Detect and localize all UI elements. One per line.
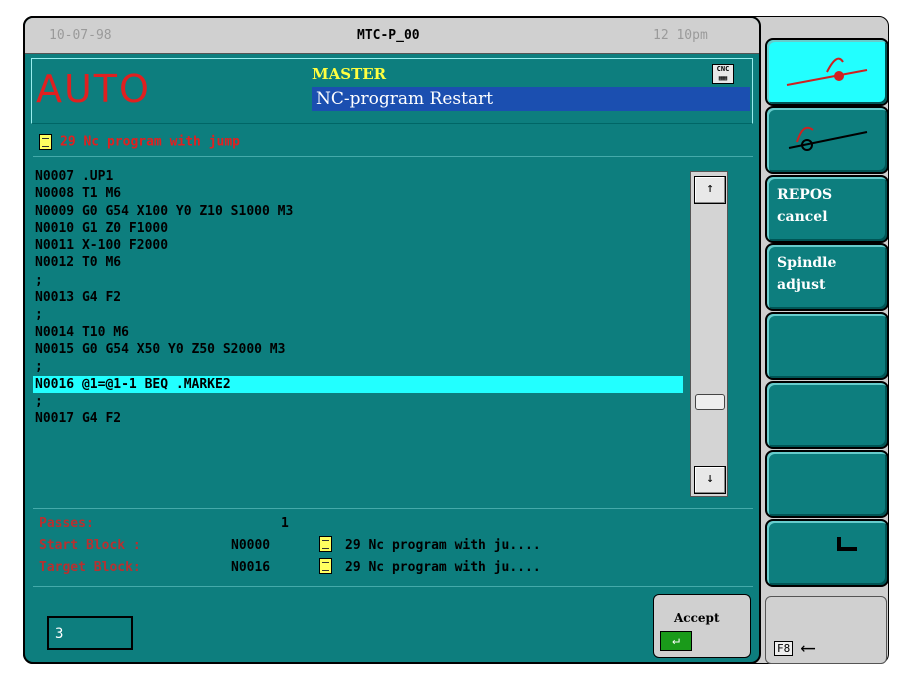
f8-back-button[interactable]: F8 ⟵ — [765, 596, 887, 664]
document-icon — [39, 134, 52, 150]
target-block-label: Target Block: — [39, 560, 141, 575]
code-line[interactable]: ; — [33, 306, 683, 323]
code-line[interactable]: N0007 .UP1 — [33, 168, 683, 185]
softkey-6[interactable] — [765, 381, 889, 449]
approach-path-icon — [788, 126, 868, 151]
start-program: 29 Nc program with ju.... — [345, 538, 541, 553]
f8-label: F8 — [774, 641, 794, 656]
operating-mode: AUTO — [36, 67, 151, 111]
input-field[interactable]: 3 — [47, 616, 133, 650]
program-listing[interactable]: N0007 .UP1 N0008 T1 M6 N0009 G0 G54 X100 Y… — [33, 168, 683, 427]
start-block-label: Start Block : — [39, 538, 141, 553]
program-title: 29 Nc program with jump — [60, 134, 241, 150]
divider — [33, 586, 753, 587]
divider — [33, 156, 753, 157]
enter-icon: ↵ — [660, 631, 692, 651]
target-program: 29 Nc program with ju.... — [345, 560, 541, 575]
time-display: 12 10pm — [653, 28, 708, 43]
document-icon — [319, 558, 332, 574]
code-line[interactable]: ; — [33, 272, 683, 289]
accept-button[interactable]: Accept ↵ — [653, 594, 751, 658]
restart-path-icon — [786, 57, 868, 86]
code-line[interactable]: ; — [33, 358, 683, 375]
code-line[interactable]: N0008 T1 M6 — [33, 185, 683, 202]
back-arrow-icon: ⟵ — [802, 635, 815, 659]
code-line[interactable]: N0011 X-100 F2000 — [33, 237, 683, 254]
cnc-icon: CNC ▦▦ — [712, 64, 734, 84]
softkey-1-restart-icon[interactable] — [765, 38, 889, 106]
code-line[interactable]: N0014 T10 M6 — [33, 324, 683, 341]
softkey-spindle-adjust[interactable]: Spindle adjust — [765, 243, 889, 311]
title-bar: 10-07-98 MTC-P_00 12 10pm — [25, 18, 759, 54]
function-title: NC-program Restart — [312, 87, 750, 111]
code-line[interactable]: ; — [33, 393, 683, 410]
start-block-value: N0000 — [231, 538, 271, 553]
passes-value: 1 — [281, 516, 289, 531]
softkey-label: Spindle adjust — [777, 255, 837, 293]
divider — [33, 508, 753, 509]
scroll-thumb[interactable] — [695, 394, 725, 410]
code-line[interactable]: N0012 T0 M6 — [33, 254, 683, 271]
header-panel: AUTO MASTER NC-program Restart CNC ▦▦ — [31, 58, 753, 124]
scroll-down-button[interactable]: ↓ — [694, 466, 726, 494]
main-panel: 10-07-98 MTC-P_00 12 10pm AUTO MASTER NC… — [23, 16, 761, 664]
code-line[interactable]: N0015 G0 G54 X50 Y0 Z50 S2000 M3 — [33, 341, 683, 358]
softkey-2-path-icon[interactable] — [765, 106, 889, 174]
program-name: MTC-P_00 — [357, 28, 420, 43]
code-line[interactable]: N0017 G4 F2 — [33, 410, 683, 427]
code-line[interactable]: N0010 G1 Z0 F1000 — [33, 220, 683, 237]
code-line-selected[interactable]: N0016 @1=@1-1 BEQ .MARKE2 — [33, 375, 683, 393]
softkey-5[interactable] — [765, 312, 889, 380]
program-line: 29 Nc program with jump — [39, 134, 240, 150]
document-icon — [319, 536, 332, 552]
softkey-label: REPOS cancel — [777, 187, 833, 225]
accept-label: Accept — [674, 611, 720, 625]
scrollbar[interactable]: ↑ ↓ — [690, 171, 728, 497]
code-line[interactable]: N0013 G4 F2 — [33, 289, 683, 306]
channel-label: MASTER — [312, 65, 387, 83]
date-display: 10-07-98 — [49, 28, 112, 43]
scroll-up-button[interactable]: ↑ — [694, 176, 726, 204]
target-block-value: N0016 — [231, 560, 271, 575]
softkey-7[interactable] — [765, 450, 889, 518]
passes-label: Passes: — [39, 516, 94, 531]
cnc-icon-text: CNC — [716, 65, 730, 73]
softkey-8-return[interactable] — [765, 519, 889, 587]
return-arrow-icon — [837, 537, 857, 551]
softkey-repos-cancel[interactable]: REPOS cancel — [765, 175, 889, 243]
code-line[interactable]: N0009 G0 G54 X100 Y0 Z10 S1000 M3 — [33, 203, 683, 220]
